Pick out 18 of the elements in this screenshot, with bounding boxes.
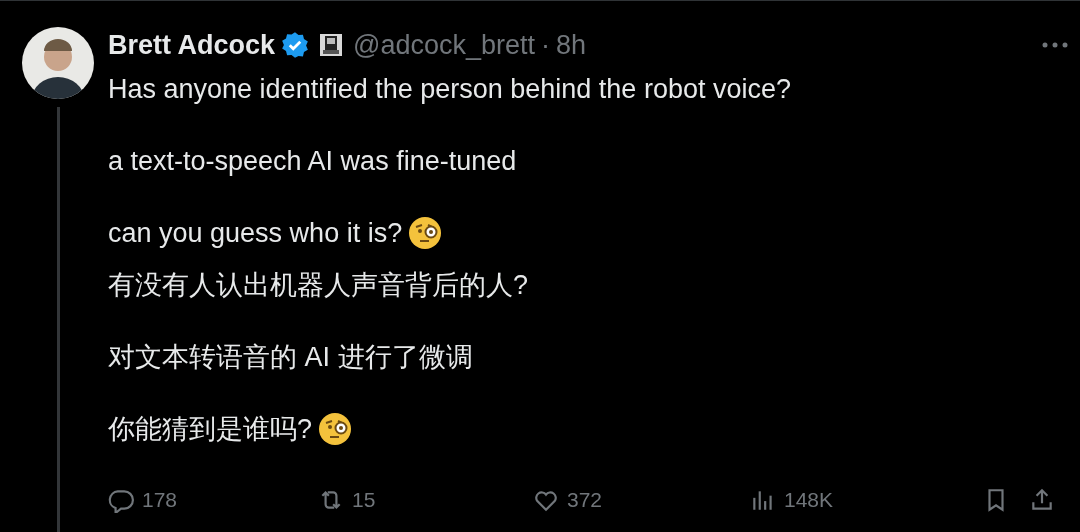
author-handle[interactable]: @adcock_brett [353,29,536,61]
post-time[interactable]: 8h [556,29,587,61]
repost-count: 15 [352,488,376,512]
post-text: Has anyone identified the person behind the robot voice? [108,73,791,105]
separator: · [541,29,551,61]
post-text: 有没有人认出机器人声音背后的人? [108,269,529,302]
author-name[interactable]: Brett Adcock [108,29,276,61]
reply-icon[interactable] [108,487,134,513]
post-text: a text-to-speech AI was fine-tuned [108,145,517,177]
post-text: can you guess who it is? [108,217,403,249]
post-text: 对文本转语音的 AI 进行了微调 [108,341,473,374]
reply-count: 178 [142,488,178,512]
views-count: 148K [784,488,834,512]
post-text: 你能猜到是谁吗? [108,413,313,446]
photo-badge-icon [319,33,344,57]
share-icon[interactable] [1029,487,1055,513]
more-options-icon[interactable] [1041,41,1069,49]
like-count: 372 [567,488,603,512]
